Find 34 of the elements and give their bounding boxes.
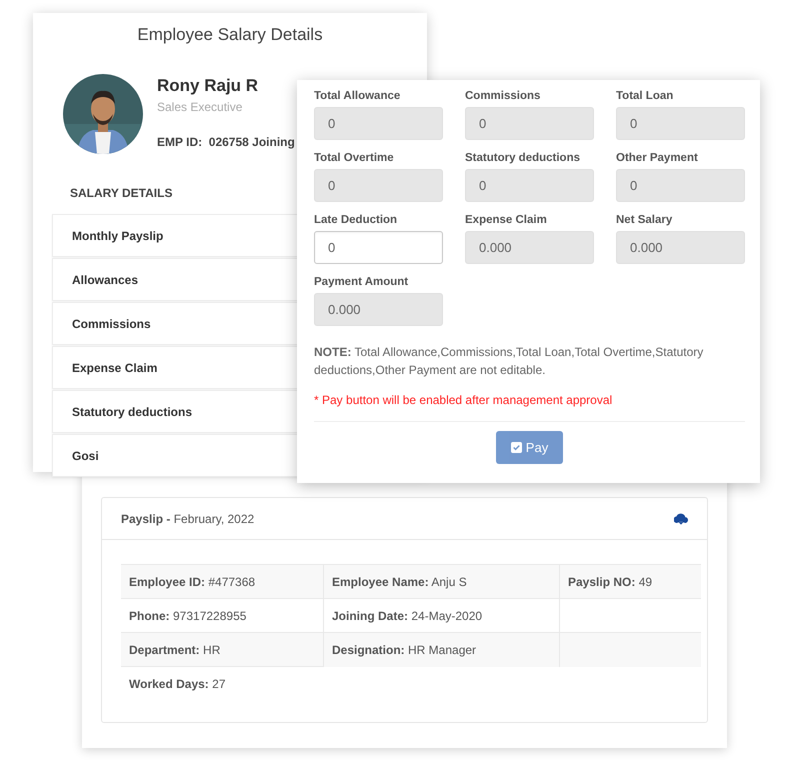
field-label: Net Salary xyxy=(616,214,674,226)
input-field[interactable]: 0 xyxy=(314,169,443,202)
input-field[interactable]: 0.000 xyxy=(314,293,443,326)
field-label: Total Loan xyxy=(616,90,674,102)
section-title: SALARY DETAILS xyxy=(70,186,174,200)
table-cell: Employee Name: Anju S xyxy=(324,564,560,598)
field-label: Statutory deductions xyxy=(465,152,582,164)
table-cell: Payslip NO: 49 xyxy=(560,564,701,598)
input-field[interactable]: 0.000 xyxy=(616,231,745,264)
field-label: Total Allowance xyxy=(314,90,402,102)
table-cell: Designation: HR Manager xyxy=(324,632,560,666)
employee-id: EMP ID: 026758 Joining xyxy=(157,135,295,149)
input-field[interactable]: 0.000 xyxy=(465,231,594,264)
field-label: Commissions xyxy=(465,90,542,102)
panel-title: Employee Salary Details xyxy=(136,25,324,45)
field-label: Late Deduction xyxy=(314,214,398,226)
input-field[interactable]: 0 xyxy=(314,107,443,140)
input-field[interactable]: 0 xyxy=(616,169,745,202)
field-label: Total Overtime xyxy=(314,152,395,164)
payslip-heading: Payslip - February, 2022 xyxy=(121,512,254,526)
field-label: Payment Amount xyxy=(314,276,410,288)
employee-role: Sales Executive xyxy=(157,100,244,114)
input-field[interactable]: 0 xyxy=(465,107,594,140)
table-cell: Employee ID: #477368 xyxy=(121,564,324,598)
input-field[interactable]: 0 xyxy=(465,169,594,202)
field-label: Expense Claim xyxy=(465,214,548,226)
cloud-download-icon[interactable] xyxy=(674,512,688,524)
field-label: Other Payment xyxy=(616,152,699,164)
table-cell: Department: HR xyxy=(121,632,324,666)
input-field[interactable]: 0 xyxy=(616,107,745,140)
employee-name: Rony Raju R xyxy=(157,76,260,96)
checkbox-icon xyxy=(510,442,522,453)
input-field[interactable]: 0 xyxy=(314,231,443,264)
table-cell: Worked Days: 27 xyxy=(121,666,324,700)
